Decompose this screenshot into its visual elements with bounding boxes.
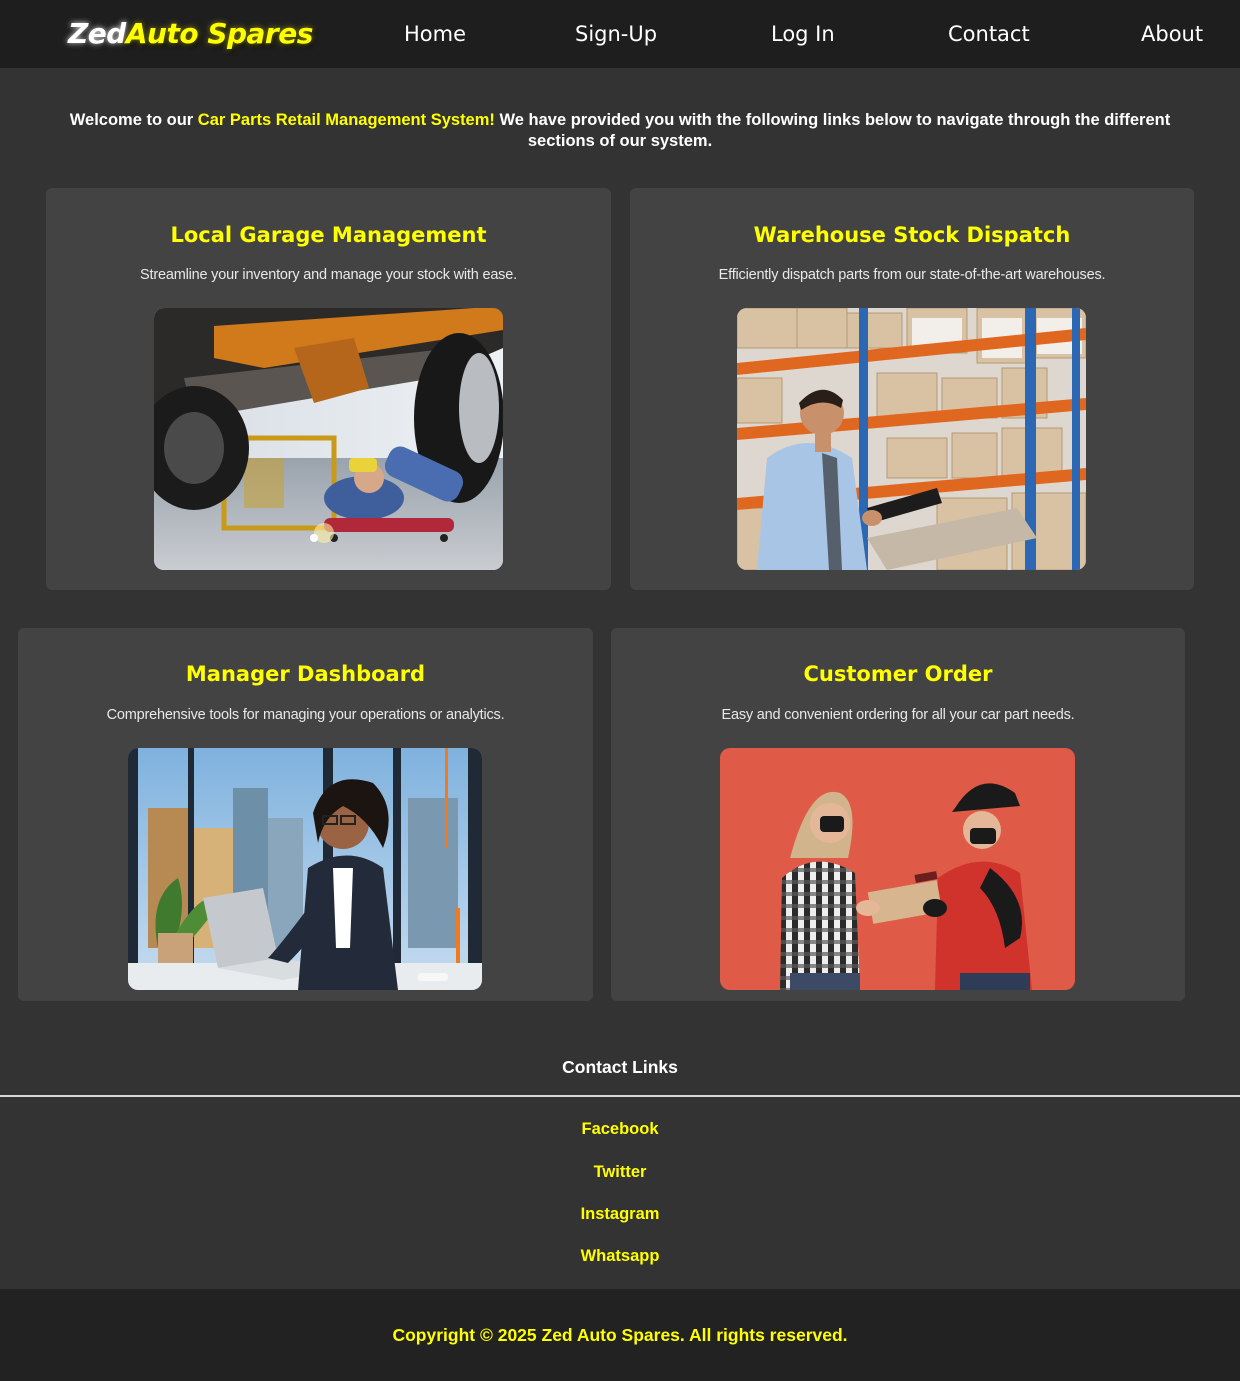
contact-links-heading: Contact Links [562,1057,678,1077]
card-manager-dashboard[interactable]: Manager Dashboard Comprehensive tools fo… [18,628,593,1001]
nav-link-signup[interactable]: Sign-Up [575,20,657,48]
card-title[interactable]: Manager Dashboard [18,660,593,688]
welcome-prefix: Welcome to our [69,111,198,129]
logo-text-auto-spares: Auto Spares [125,17,314,50]
card-title[interactable]: Warehouse Stock Dispatch [630,221,1194,249]
copyright-notice: Copyright © 2025 Zed Auto Spares. All ri… [392,1325,848,1345]
instagram-link[interactable]: Instagram [0,1204,1240,1224]
page-footer: Copyright © 2025 Zed Auto Spares. All ri… [0,1289,1240,1381]
card-local-garage-management[interactable]: Local Garage Management Streamline your … [46,188,611,590]
nav-link-contact[interactable]: Contact [948,20,1030,48]
nav-link-about[interactable]: About [1141,20,1203,48]
card-title[interactable]: Customer Order [611,660,1185,688]
nav-link-login[interactable]: Log In [771,20,835,48]
welcome-message: Welcome to our Car Parts Retail Manageme… [40,110,1200,152]
package-delivery-photo[interactable] [720,748,1075,990]
logo-text-zed: Zed [68,17,126,50]
manager-at-laptop-photo[interactable] [128,748,482,990]
warehouse-worker-photo[interactable] [737,308,1086,570]
card-title[interactable]: Local Garage Management [46,221,611,249]
card-description: Comprehensive tools for managing your op… [106,707,505,723]
card-description: Efficiently dispatch parts from our stat… [718,267,1106,283]
twitter-link[interactable]: Twitter [0,1162,1240,1182]
system-name-highlight: Car Parts Retail Management System! [197,111,495,129]
site-logo[interactable]: ZedAuto Spares [68,15,313,53]
navbar: ZedAuto Spares Home Sign-Up Log In Conta… [0,0,1240,68]
card-description: Easy and convenient ordering for all you… [721,707,1075,723]
card-description: Streamline your inventory and manage you… [140,267,517,283]
card-customer-order[interactable]: Customer Order Easy and convenient order… [611,628,1185,1001]
card-warehouse-stock-dispatch[interactable]: Warehouse Stock Dispatch Efficiently dis… [630,188,1194,590]
mechanic-under-car-photo[interactable] [154,308,503,570]
section-divider [0,1095,1240,1097]
whatsapp-link[interactable]: Whatsapp [0,1246,1240,1266]
facebook-link[interactable]: Facebook [0,1119,1240,1139]
welcome-suffix: We have provided you with the following … [494,111,1171,150]
nav-link-home[interactable]: Home [404,20,466,48]
